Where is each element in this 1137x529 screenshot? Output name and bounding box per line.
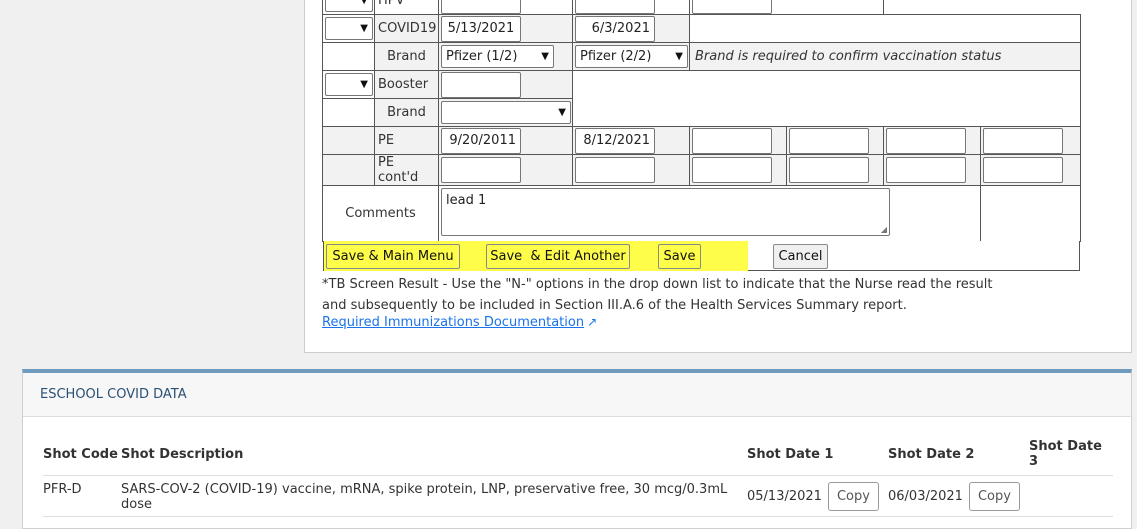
shot-date-1: 05/13/2021: [747, 488, 822, 504]
copy-date-1-button[interactable]: Copy: [827, 481, 879, 511]
covid-status-select[interactable]: ▼: [325, 17, 373, 40]
chevron-down-icon: ▼: [360, 0, 368, 6]
covid-brand2-value: Pfizer (2/2): [580, 49, 652, 64]
immunization-table: ▼ HPV ▼ COVID19 5/13/2021 6/3/2021 Brand…: [322, 0, 1081, 242]
comments-row: Comments lead 1 ◢: [322, 185, 1081, 242]
table-row: PFR-D SARS-COV-2 (COVID-19) vaccine, mRN…: [43, 475, 1113, 517]
table-header-row: Shot Code Shot Description Shot Date 1 S…: [43, 433, 1113, 476]
chevron-down-icon: ▼: [675, 51, 683, 62]
save-button[interactable]: Save: [658, 244, 701, 269]
pe-contd-date3-input[interactable]: [692, 157, 772, 183]
col-shot-date-3: Shot Date 3: [1029, 433, 1113, 476]
shot-date-3: [1029, 475, 1113, 517]
pe-contd-date1-input[interactable]: [441, 157, 521, 183]
chevron-down-icon: ▼: [541, 51, 549, 62]
hpv-status-select[interactable]: ▼: [325, 0, 373, 12]
pe-contd-date4-input[interactable]: [789, 157, 869, 183]
covid-brand1-value: Pfizer (1/2): [446, 49, 518, 64]
hpv-date3-input[interactable]: [692, 0, 772, 14]
required-immunizations-link[interactable]: Required Immunizations Documentation ↗: [322, 315, 597, 330]
pe-contd-date5-input[interactable]: [886, 157, 966, 183]
covid-brand-row: Brand Pfizer (1/2) ▼ Pfizer (2/2) ▼ Brand …: [322, 42, 1081, 71]
pe-contd-date6-input[interactable]: [983, 157, 1063, 183]
external-link-icon: ↗: [587, 315, 598, 329]
pe-label: PE: [374, 126, 439, 155]
booster-label: Booster: [374, 70, 439, 99]
card-title: ESCHOOL COVID DATA: [23, 373, 1131, 417]
pe-date5-input[interactable]: [886, 127, 966, 154]
hpv-date2-input[interactable]: [575, 0, 655, 14]
pe-date1-input[interactable]: 9/20/2011: [441, 127, 521, 154]
shot-code: PFR-D: [43, 475, 121, 517]
eschool-covid-card: ESCHOOL COVID DATA Shot Code Shot Descri…: [22, 369, 1132, 529]
hpv-row: ▼ HPV: [322, 0, 1081, 15]
chevron-down-icon: ▼: [558, 107, 566, 118]
comments-label: Comments: [322, 185, 439, 242]
cancel-button[interactable]: Cancel: [773, 244, 828, 269]
pe-row: PE 9/20/2011 8/12/2021: [322, 126, 1081, 155]
col-shot-code: Shot Code: [43, 433, 121, 476]
pe-contd-label: PE cont'd: [374, 154, 439, 186]
save-main-menu-button[interactable]: Save & Main Menu: [326, 244, 460, 269]
comments-textarea[interactable]: lead 1 ◢: [441, 188, 890, 236]
resize-grip-icon[interactable]: ◢: [881, 225, 887, 234]
col-shot-date-1: Shot Date 1: [747, 433, 888, 476]
pe-contd-date2-input[interactable]: [575, 157, 655, 183]
covid-data-table: Shot Code Shot Description Shot Date 1 S…: [43, 433, 1113, 517]
pe-contd-row: PE cont'd: [322, 154, 1081, 186]
covid-row: ▼ COVID19 5/13/2021 6/3/2021: [322, 14, 1081, 43]
comments-value: lead 1: [446, 193, 487, 208]
covid-brand2-select[interactable]: Pfizer (2/2) ▼: [575, 45, 688, 68]
copy-date-2-button[interactable]: Copy: [968, 481, 1020, 511]
covid-date2-input[interactable]: 6/3/2021: [575, 15, 655, 42]
covid-date1-input[interactable]: 5/13/2021: [441, 15, 521, 42]
pe-date3-input[interactable]: [692, 127, 772, 154]
shot-description: SARS-COV-2 (COVID-19) vaccine, mRNA, spi…: [121, 475, 747, 517]
col-shot-description: Shot Description: [121, 433, 747, 476]
pe-date4-input[interactable]: [789, 127, 869, 154]
booster-brand-label: Brand: [374, 98, 439, 127]
form-button-row: Save & Main Menu Save & Edit Another Sav…: [323, 241, 1080, 271]
booster-row: ▼ Booster: [322, 70, 1081, 127]
booster-brand-select[interactable]: ▼: [441, 101, 571, 124]
pe-date6-input[interactable]: [983, 127, 1063, 154]
covid-brand-label: Brand: [374, 42, 439, 71]
required-immunizations-link-text: Required Immunizations Documentation: [322, 315, 585, 330]
shot-date-2: 06/03/2021: [888, 488, 963, 504]
col-shot-date-2: Shot Date 2: [888, 433, 1029, 476]
chevron-down-icon: ▼: [360, 23, 368, 34]
brand-required-note: Brand is required to confirm vaccination…: [695, 49, 1002, 64]
save-edit-another-button[interactable]: Save & Edit Another: [486, 244, 630, 269]
covid-brand1-select[interactable]: Pfizer (1/2) ▼: [441, 45, 554, 68]
chevron-down-icon: ▼: [360, 79, 368, 90]
tb-screen-note: *TB Screen Result - Use the "N-" options…: [322, 277, 993, 313]
booster-date1-input[interactable]: [441, 71, 521, 98]
hpv-label: HPV: [374, 0, 439, 15]
covid-label: COVID19: [374, 14, 439, 43]
pe-date2-input[interactable]: 8/12/2021: [575, 127, 655, 154]
booster-status-select[interactable]: ▼: [325, 73, 373, 96]
hpv-date1-input[interactable]: [441, 0, 521, 14]
